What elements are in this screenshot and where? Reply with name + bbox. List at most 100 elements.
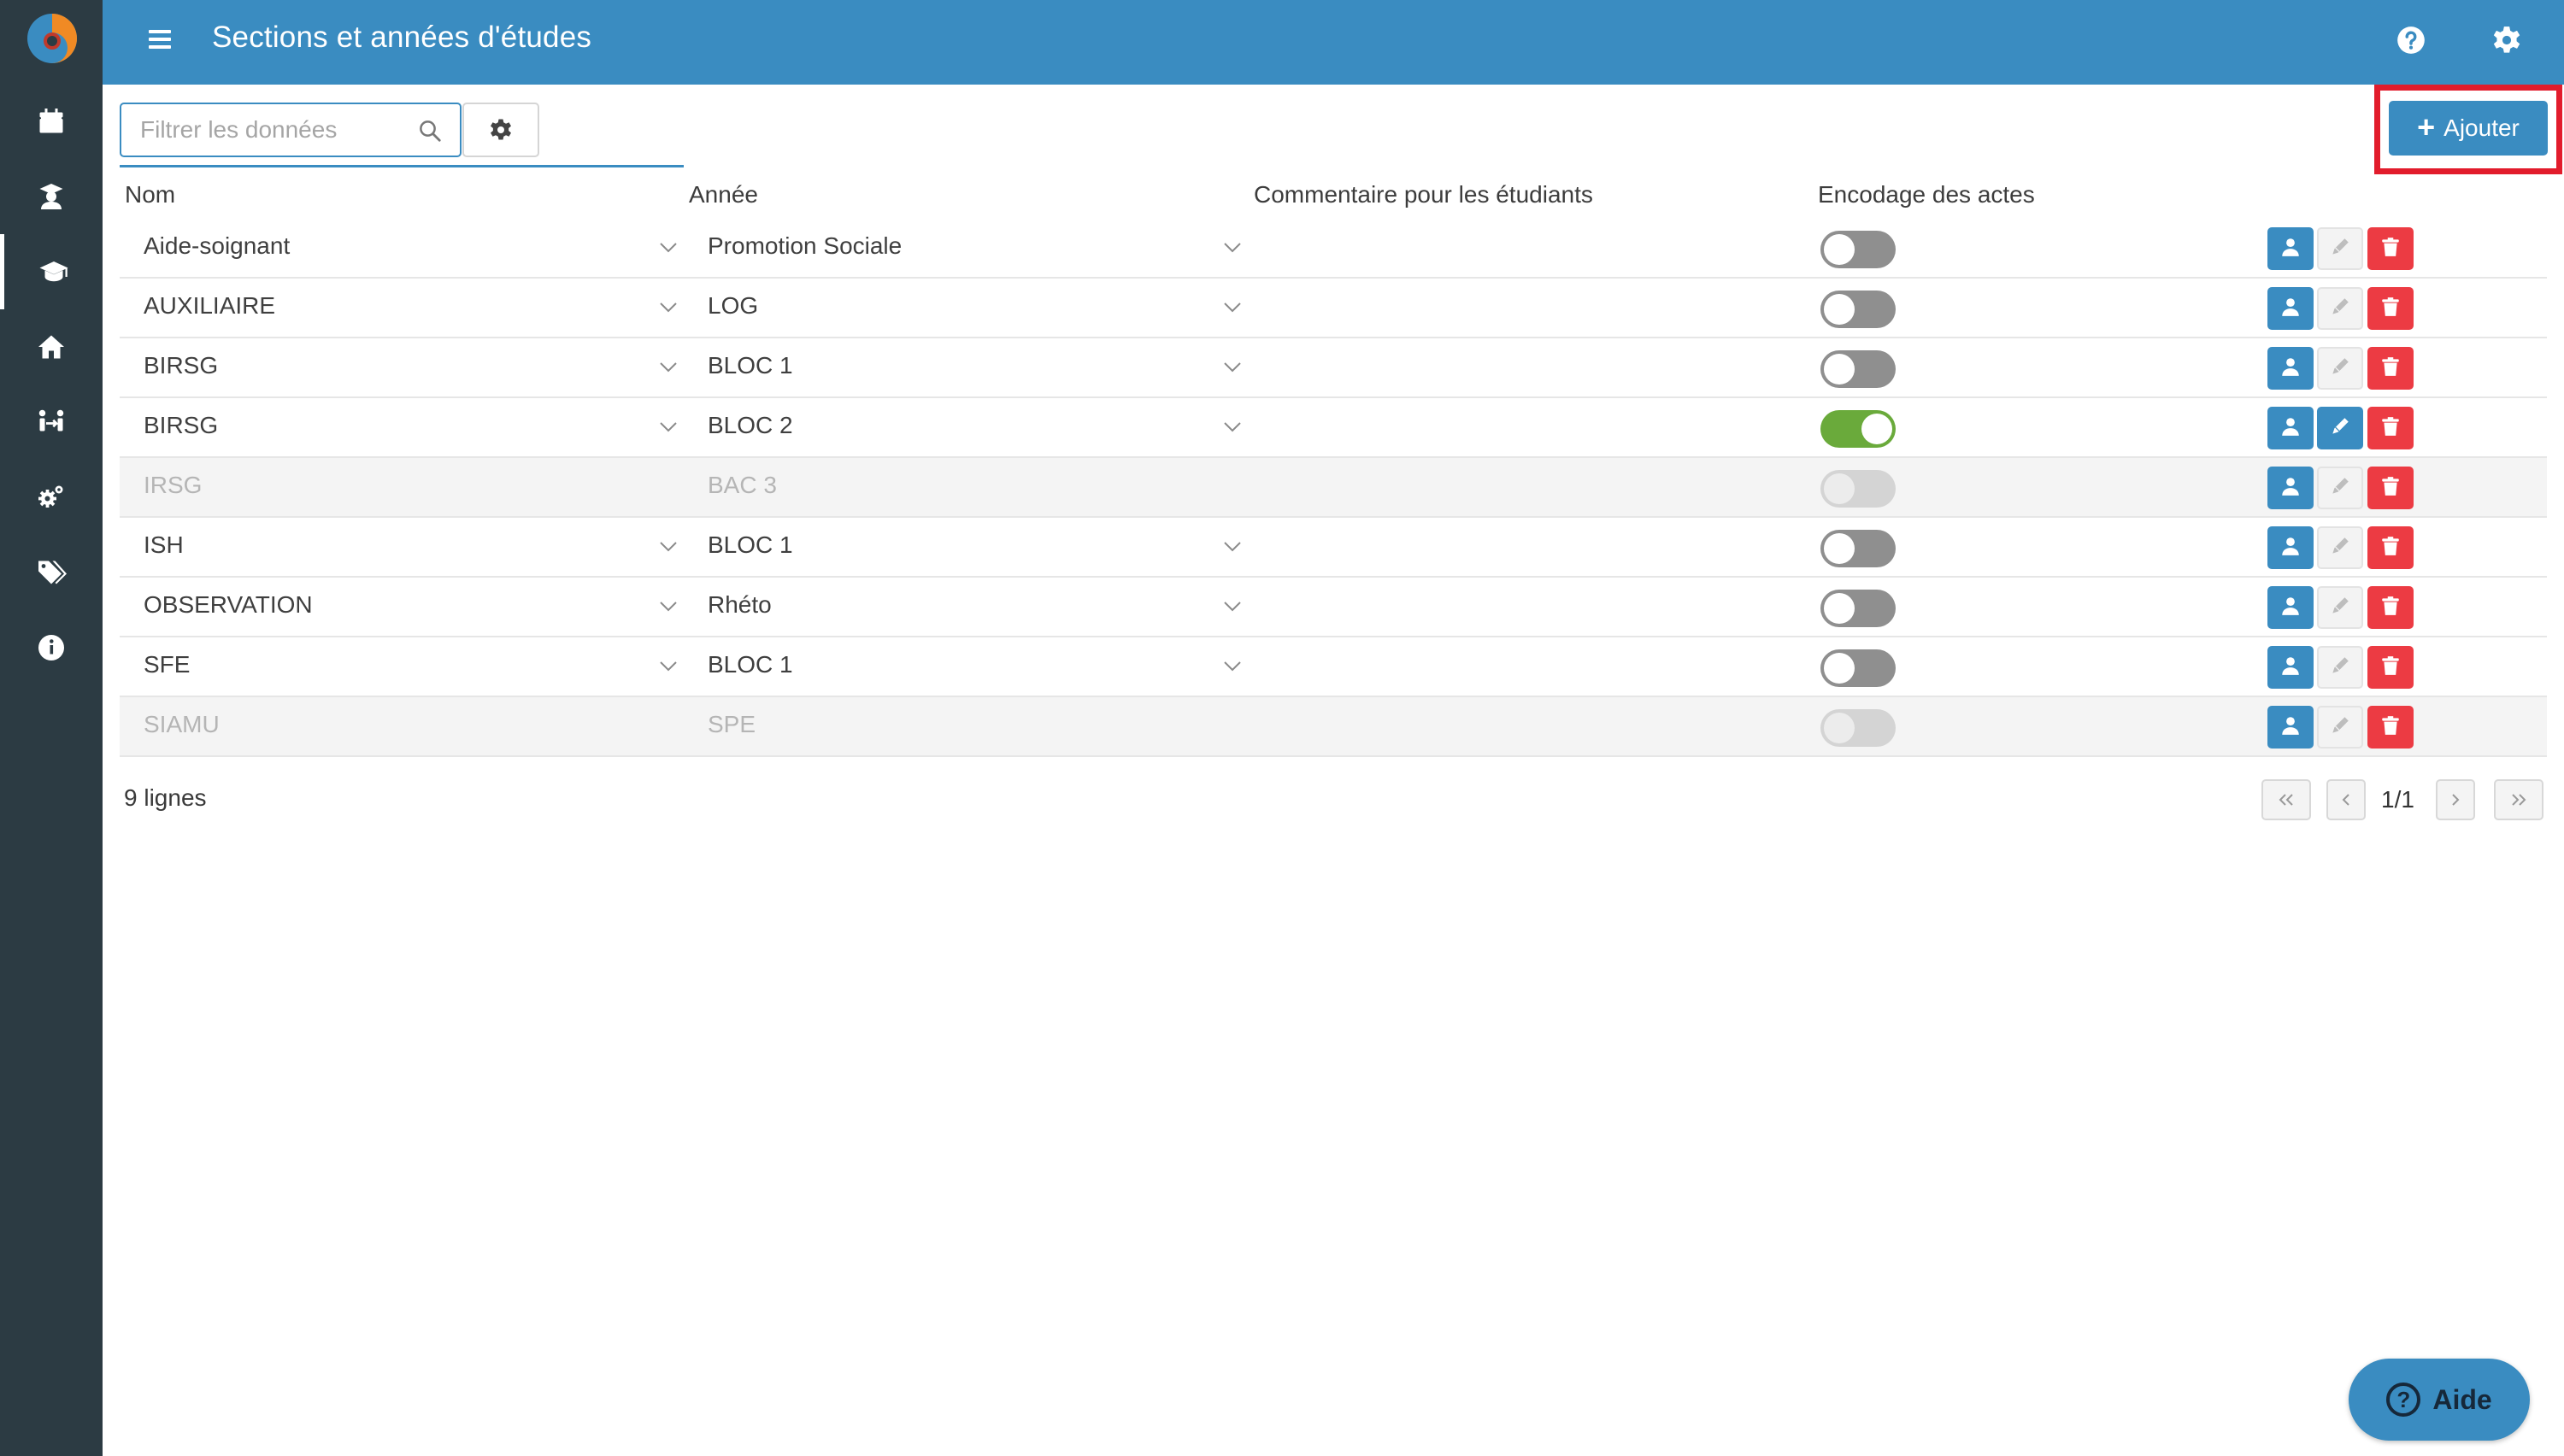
sidebar-item-configuration[interactable] xyxy=(0,460,103,535)
cell-nom: ISH xyxy=(144,531,184,558)
delete-button[interactable] xyxy=(2367,526,2414,569)
chevron-down-icon[interactable] xyxy=(1222,600,1243,614)
syringe-icon xyxy=(2329,415,2351,442)
chevron-down-icon[interactable] xyxy=(658,600,679,614)
column-header-nom[interactable]: Nom xyxy=(125,181,175,208)
trash-icon xyxy=(2379,714,2402,741)
menu-toggle-icon[interactable] xyxy=(145,26,174,55)
chevron-down-icon[interactable] xyxy=(1222,361,1243,374)
acts-button[interactable] xyxy=(2317,287,2363,330)
help-button-label: Aide xyxy=(2432,1383,2492,1415)
trash-icon xyxy=(2379,535,2402,561)
acts-button[interactable] xyxy=(2317,586,2363,629)
double-chevron-right-icon xyxy=(2512,794,2526,806)
sidebar-item-calendar[interactable] xyxy=(0,84,103,159)
sidebar-item-exchanges[interactable] xyxy=(0,385,103,460)
column-header-annee[interactable]: Année xyxy=(689,181,758,208)
sidebar-item-places[interactable] xyxy=(0,309,103,385)
encodage-toggle[interactable] xyxy=(1820,410,1896,448)
syringe-icon xyxy=(2329,475,2351,502)
cell-annee: LOG xyxy=(708,292,759,319)
trash-icon xyxy=(2379,655,2402,681)
chevron-down-icon[interactable] xyxy=(1222,660,1243,673)
user-icon xyxy=(2279,655,2302,681)
column-settings-button[interactable] xyxy=(462,103,539,157)
chevron-down-icon[interactable] xyxy=(1222,540,1243,554)
acts-button[interactable] xyxy=(2317,646,2363,689)
students-button[interactable] xyxy=(2267,646,2314,689)
students-button[interactable] xyxy=(2267,526,2314,569)
cell-nom: IRSG xyxy=(144,472,203,498)
add-button[interactable]: + Ajouter xyxy=(2389,101,2548,156)
table-row: BIRSG BLOC 1 xyxy=(120,338,2547,398)
delete-button[interactable] xyxy=(2367,227,2414,270)
app-logo[interactable] xyxy=(26,10,79,67)
next-page-button[interactable] xyxy=(2436,779,2475,820)
home-icon xyxy=(38,335,64,359)
chevron-down-icon[interactable] xyxy=(658,301,679,314)
search-icon[interactable] xyxy=(417,118,443,144)
chevron-down-icon[interactable] xyxy=(658,361,679,374)
delete-button[interactable] xyxy=(2367,586,2414,629)
first-page-button[interactable] xyxy=(2261,779,2311,820)
acts-button[interactable] xyxy=(2317,347,2363,390)
syringe-icon xyxy=(2329,535,2351,561)
toggle-knob xyxy=(1824,234,1855,265)
cell-nom: BIRSG xyxy=(144,352,219,379)
cell-annee: Promotion Sociale xyxy=(708,232,903,259)
encodage-toggle[interactable] xyxy=(1820,350,1896,388)
chevron-down-icon[interactable] xyxy=(658,420,679,434)
students-button[interactable] xyxy=(2267,467,2314,509)
help-icon[interactable] xyxy=(2395,24,2427,56)
encodage-toggle[interactable] xyxy=(1820,530,1896,567)
acts-button[interactable] xyxy=(2317,407,2363,449)
chevron-down-icon[interactable] xyxy=(1222,420,1243,434)
settings-icon[interactable] xyxy=(2490,24,2523,56)
acts-button[interactable] xyxy=(2317,227,2363,270)
chevron-down-icon[interactable] xyxy=(1222,241,1243,255)
syringe-icon xyxy=(2329,655,2351,681)
encodage-toggle[interactable] xyxy=(1820,649,1896,687)
delete-button[interactable] xyxy=(2367,646,2414,689)
delete-button[interactable] xyxy=(2367,467,2414,509)
delete-button[interactable] xyxy=(2367,706,2414,749)
encodage-toggle[interactable] xyxy=(1820,590,1896,627)
encodage-toggle[interactable] xyxy=(1820,231,1896,268)
acts-button[interactable] xyxy=(2317,526,2363,569)
students-button[interactable] xyxy=(2267,347,2314,390)
acts-button[interactable] xyxy=(2317,467,2363,509)
help-button[interactable]: ? Aide xyxy=(2349,1359,2530,1441)
delete-button[interactable] xyxy=(2367,407,2414,449)
sidebar-item-students[interactable] xyxy=(0,159,103,234)
chevron-down-icon[interactable] xyxy=(658,540,679,554)
students-button[interactable] xyxy=(2267,287,2314,330)
chevron-down-icon[interactable] xyxy=(1222,301,1243,314)
delete-button[interactable] xyxy=(2367,287,2414,330)
cell-nom: AUXILIAIRE xyxy=(144,292,276,319)
encodage-toggle xyxy=(1820,470,1896,508)
students-button[interactable] xyxy=(2267,407,2314,449)
last-page-button[interactable] xyxy=(2494,779,2543,820)
search-field[interactable] xyxy=(120,103,462,157)
top-bar: Sections et années d'études xyxy=(103,0,2564,85)
user-icon xyxy=(2279,355,2302,382)
chevron-down-icon[interactable] xyxy=(658,241,679,255)
students-button[interactable] xyxy=(2267,586,2314,629)
sidebar-item-info[interactable] xyxy=(0,610,103,685)
sidebar-item-tags[interactable] xyxy=(0,535,103,610)
column-header-commentaire[interactable]: Commentaire pour les étudiants xyxy=(1254,181,1593,208)
search-input[interactable] xyxy=(140,111,397,149)
previous-page-button[interactable] xyxy=(2326,779,2366,820)
students-button[interactable] xyxy=(2267,227,2314,270)
syringe-icon xyxy=(2329,595,2351,621)
syringe-icon xyxy=(2329,355,2351,382)
encodage-toggle[interactable] xyxy=(1820,291,1896,328)
column-header-encodage[interactable]: Encodage des actes xyxy=(1818,181,2035,208)
acts-button[interactable] xyxy=(2317,706,2363,749)
chevron-down-icon[interactable] xyxy=(658,660,679,673)
sidebar-item-sections[interactable] xyxy=(0,234,103,309)
delete-button[interactable] xyxy=(2367,347,2414,390)
students-button[interactable] xyxy=(2267,706,2314,749)
row-count: 9 lignes xyxy=(124,784,207,811)
cell-annee: BLOC 1 xyxy=(708,651,793,678)
